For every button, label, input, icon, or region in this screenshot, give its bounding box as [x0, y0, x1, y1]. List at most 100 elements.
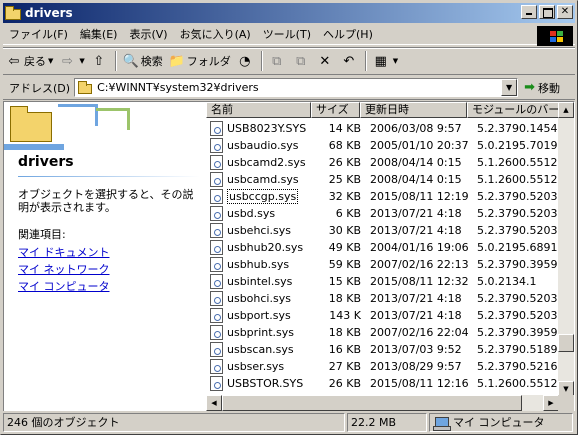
panel-description: オブジェクトを選択すると、その説明が表示されます。: [18, 188, 194, 214]
title-bar[interactable]: drivers ✕: [3, 3, 575, 23]
history-icon: ◔: [239, 53, 251, 69]
vertical-scroll-thumb[interactable]: [558, 334, 574, 352]
address-dropdown-button[interactable]: ▼: [501, 79, 518, 96]
scroll-up-button[interactable]: ▲: [558, 102, 574, 118]
scrollbar-corner: [558, 395, 574, 411]
file-modified: 2006/03/08 9:57: [370, 122, 462, 135]
file-list[interactable]: 名前 サイズ 更新日時 モジュールのバージョン USB8023Y.SYS 14 K…: [206, 101, 575, 411]
file-name-cell[interactable]: usbcamd2.sys: [206, 155, 311, 170]
file-name-cell[interactable]: usbhub20.sys: [206, 240, 311, 255]
menu-file[interactable]: ファイル(F): [3, 26, 74, 44]
menu-bar: ファイル(F) 編集(E) 表示(V) お気に入り(A) ツール(T) ヘルプ(…: [3, 25, 575, 46]
file-name-cell[interactable]: usbccgp.sys: [206, 189, 311, 204]
address-label: アドレス(D): [9, 81, 71, 95]
move-to-button[interactable]: ⧉: [266, 50, 290, 72]
chevron-down-icon[interactable]: ▼: [79, 57, 84, 65]
file-name: usbohci.sys: [227, 292, 291, 305]
column-header-name[interactable]: 名前: [206, 102, 311, 118]
link-my-network[interactable]: マイ ネットワーク: [18, 261, 110, 277]
file-name-cell[interactable]: usbscan.sys: [206, 342, 311, 357]
system-file-icon: [210, 291, 223, 306]
file-name-cell[interactable]: USB8023Y.SYS: [206, 121, 311, 136]
scroll-right-button[interactable]: ▶: [543, 395, 559, 411]
folders-button[interactable]: 📁 フォルダ: [166, 50, 234, 72]
file-row[interactable]: usbprint.sys 18 KB 2007/02/16 22:04 5.2.379…: [206, 324, 559, 341]
back-arrow-icon: ⇦: [8, 53, 20, 69]
system-file-icon: [210, 121, 223, 136]
file-name: usbaudio.sys: [227, 139, 299, 152]
up-folder-icon: ⇧: [93, 53, 105, 69]
menu-help[interactable]: ヘルプ(H): [317, 26, 379, 44]
column-header-size[interactable]: サイズ: [311, 102, 360, 118]
menu-view[interactable]: 表示(V): [123, 26, 173, 44]
column-header-modified[interactable]: 更新日時: [360, 102, 467, 118]
file-row[interactable]: usbhub20.sys 49 KB 2004/01/16 19:06 5.0.219…: [206, 239, 559, 256]
horizontal-scroll-thumb[interactable]: [222, 395, 522, 411]
column-header-version[interactable]: モジュールのバージョン: [467, 102, 559, 118]
toolbar-separator: [364, 51, 367, 71]
file-row[interactable]: usbintel.sys 15 KB 2015/08/11 12:32 5.0.213…: [206, 273, 559, 290]
file-size: 25 KB: [328, 173, 361, 186]
file-row[interactable]: usbcamd.sys 25 KB 2008/04/14 0:15 5.1.2600.…: [206, 171, 559, 188]
file-row[interactable]: usbser.sys 27 KB 2013/08/29 9:57 5.2.3790.5…: [206, 358, 559, 375]
file-row[interactable]: USB8023Y.SYS 14 KB 2006/03/08 9:57 5.2.3790…: [206, 120, 559, 137]
go-button[interactable]: ➡ 移動: [524, 80, 560, 96]
delete-button[interactable]: ✕: [314, 50, 338, 72]
file-row[interactable]: USBSTOR.SYS 26 KB 2015/08/11 12:16 5.1.2600…: [206, 375, 559, 392]
undo-icon: ↶: [343, 53, 355, 69]
file-name-cell[interactable]: usbport.sys: [206, 308, 311, 323]
file-row[interactable]: usbhub.sys 59 KB 2007/02/16 22:13 5.2.3790.…: [206, 256, 559, 273]
scroll-left-button[interactable]: ◀: [206, 395, 222, 411]
file-name-cell[interactable]: usbohci.sys: [206, 291, 311, 306]
panel-folder-title: drivers: [18, 154, 74, 170]
vertical-scrollbar[interactable]: ▲ ▼: [558, 102, 574, 397]
forward-button[interactable]: ⇨ ▼: [56, 50, 87, 72]
file-row[interactable]: usbcamd2.sys 26 KB 2008/04/14 0:15 5.1.2600…: [206, 154, 559, 171]
views-button[interactable]: ▦ ▼: [370, 50, 401, 72]
menu-favorites[interactable]: お気に入り(A): [174, 26, 257, 44]
file-modified: 2007/02/16 22:13: [370, 258, 469, 271]
link-my-computer[interactable]: マイ コンピュータ: [18, 278, 110, 294]
file-row[interactable]: usbscan.sys 16 KB 2013/07/03 9:52 5.2.3790.…: [206, 341, 559, 358]
close-button[interactable]: ✕: [557, 5, 573, 19]
chevron-down-icon[interactable]: ▼: [48, 57, 53, 65]
file-name: usbprint.sys: [227, 326, 294, 339]
horizontal-scrollbar[interactable]: ◀ ▶: [206, 395, 559, 411]
file-name-cell[interactable]: usbprint.sys: [206, 325, 311, 340]
menu-edit[interactable]: 編集(E): [74, 26, 124, 44]
file-modified: 2013/08/29 9:57: [370, 360, 462, 373]
file-name-cell[interactable]: usbcamd.sys: [206, 172, 311, 187]
system-file-icon: [210, 155, 223, 170]
file-row[interactable]: usbd.sys 6 KB 2013/07/21 4:18 5.2.3790.5203: [206, 205, 559, 222]
search-button[interactable]: 🔍 検索: [120, 50, 166, 72]
file-name-cell[interactable]: usbehci.sys: [206, 223, 311, 238]
history-button[interactable]: ◔: [234, 50, 258, 72]
up-folder-button[interactable]: ⇧: [88, 50, 112, 72]
file-modified: 2007/02/16 22:04: [370, 326, 469, 339]
file-row[interactable]: usbport.sys 143 K 2013/07/21 4:18 5.2.3790.…: [206, 307, 559, 324]
file-row[interactable]: usbaudio.sys 68 KB 2005/01/10 20:37 5.0.219…: [206, 137, 559, 154]
file-name-cell[interactable]: usbser.sys: [206, 359, 311, 374]
file-name-cell[interactable]: usbd.sys: [206, 206, 311, 221]
file-name-cell[interactable]: usbintel.sys: [206, 274, 311, 289]
file-row[interactable]: usbehci.sys 30 KB 2013/07/21 4:18 5.2.3790.…: [206, 222, 559, 239]
system-file-icon: [210, 274, 223, 289]
caption-buttons: ✕: [519, 5, 573, 19]
search-label: 検索: [140, 55, 163, 68]
file-row[interactable]: usbccgp.sys 32 KB 2015/08/11 12:19 5.2.3790…: [206, 188, 559, 205]
web-view-panel: drivers オブジェクトを選択すると、その説明が表示されます。 関連項目: …: [3, 101, 206, 411]
copy-to-button[interactable]: ⧉: [290, 50, 314, 72]
address-input[interactable]: C:¥WINNT¥system32¥drivers ▼: [74, 78, 519, 97]
copy-to-icon: ⧉: [296, 53, 306, 69]
undo-button[interactable]: ↶: [338, 50, 362, 72]
file-name-cell[interactable]: usbaudio.sys: [206, 138, 311, 153]
back-button[interactable]: ⇦ 戻る ▼: [3, 50, 56, 72]
file-row[interactable]: usbohci.sys 18 KB 2013/07/21 4:18 5.2.3790.…: [206, 290, 559, 307]
link-my-documents[interactable]: マイ ドキュメント: [18, 244, 110, 260]
chevron-down-icon[interactable]: ▼: [393, 57, 398, 65]
menu-tools[interactable]: ツール(T): [257, 26, 317, 44]
maximize-button[interactable]: [539, 5, 555, 19]
file-name-cell[interactable]: usbhub.sys: [206, 257, 311, 272]
minimize-button[interactable]: [521, 5, 537, 19]
file-name-cell[interactable]: USBSTOR.SYS: [206, 376, 311, 391]
